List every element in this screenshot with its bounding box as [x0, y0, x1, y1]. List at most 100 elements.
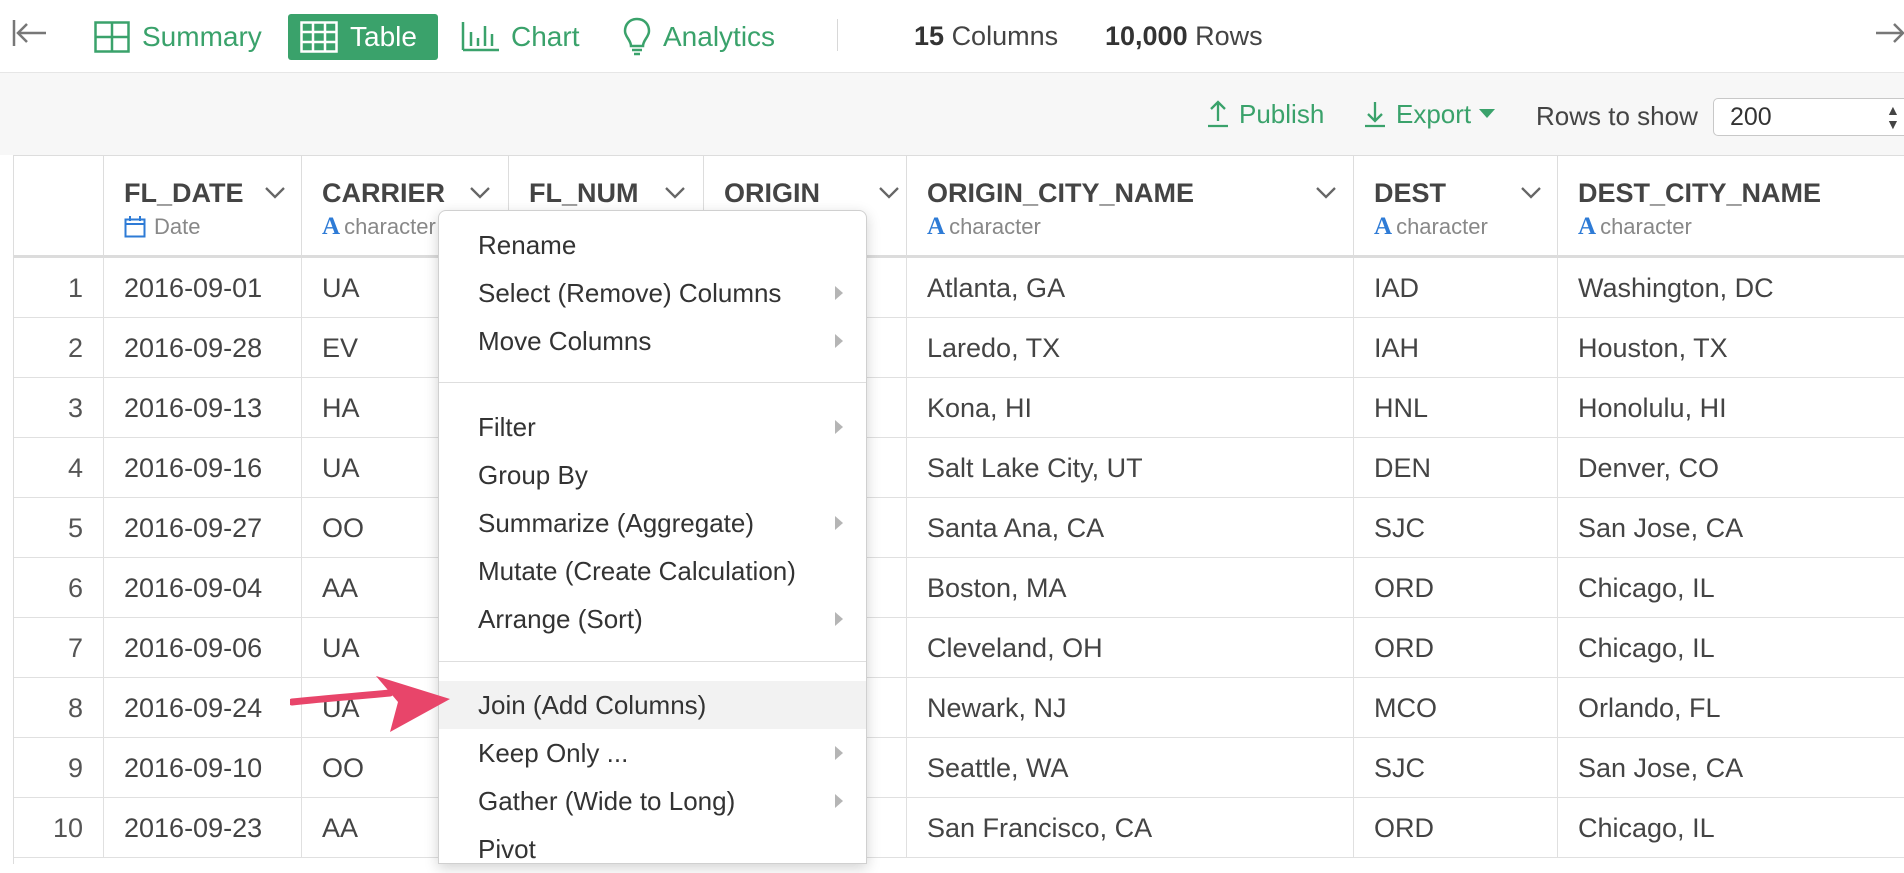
upload-icon	[1208, 100, 1228, 128]
collapse-left-icon[interactable]	[12, 18, 48, 48]
rows-to-show-select[interactable]: 200 ▲ ▼	[1713, 98, 1904, 136]
character-type-icon: A	[322, 213, 341, 240]
menu-divider	[439, 382, 866, 383]
tab-summary[interactable]: Summary	[82, 14, 274, 60]
cell-fl-date[interactable]: 2016-09-13	[104, 378, 302, 438]
table-row: 4 2016-09-16 UA Salt Lake City, UT DEN D…	[14, 438, 1904, 498]
menu-item-label: Join (Add Columns)	[478, 690, 707, 720]
rows-count: 10,000 Rows	[1105, 19, 1263, 53]
cell-dest[interactable]: IAD	[1354, 258, 1558, 318]
tab-chart[interactable]: Chart	[449, 14, 591, 60]
cell-fl-date[interactable]: 2016-09-01	[104, 258, 302, 318]
menu-item-join[interactable]: Join (Add Columns)	[439, 681, 866, 729]
collapse-right-icon[interactable]	[1874, 18, 1904, 48]
cell-origin-city-name[interactable]: Kona, HI	[907, 378, 1354, 438]
cell-dest[interactable]: ORD	[1354, 618, 1558, 678]
cell-dest[interactable]: IAH	[1354, 318, 1558, 378]
caret-down-icon	[1479, 109, 1496, 118]
cell-origin-city-name[interactable]: Atlanta, GA	[907, 258, 1354, 318]
chevron-down-icon[interactable]	[1315, 186, 1337, 200]
cell-dest-city-name[interactable]: Denver, CO	[1558, 438, 1904, 498]
cell-fl-date[interactable]: 2016-09-27	[104, 498, 302, 558]
columns-count-value: 15	[914, 21, 945, 51]
menu-item-gather[interactable]: Gather (Wide to Long)	[439, 777, 866, 825]
column-type-label: character	[344, 214, 436, 239]
chevron-down-icon[interactable]	[664, 186, 686, 200]
cell-origin-city-name[interactable]: Newark, NJ	[907, 678, 1354, 738]
cell-origin-city-name[interactable]: Salt Lake City, UT	[907, 438, 1354, 498]
tab-analytics[interactable]: Analytics	[611, 14, 787, 60]
download-icon	[1365, 102, 1385, 128]
menu-item-select-columns[interactable]: Select (Remove) Columns	[439, 269, 866, 317]
menu-item-mutate[interactable]: Mutate (Create Calculation)	[439, 547, 866, 595]
publish-button[interactable]: Publish	[1207, 99, 1324, 129]
menu-item-keep-only[interactable]: Keep Only ...	[439, 729, 866, 777]
cell-fl-date[interactable]: 2016-09-16	[104, 438, 302, 498]
row-number: 1	[14, 258, 104, 318]
chevron-down-icon[interactable]	[878, 186, 900, 200]
cell-fl-date[interactable]: 2016-09-06	[104, 618, 302, 678]
cell-fl-date[interactable]: 2016-09-24	[104, 678, 302, 738]
character-type-icon: A	[927, 213, 946, 240]
cell-dest[interactable]: SJC	[1354, 498, 1558, 558]
cell-dest[interactable]: MCO	[1354, 678, 1558, 738]
cell-fl-date[interactable]: 2016-09-28	[104, 318, 302, 378]
tab-table[interactable]: Table	[288, 14, 438, 60]
cell-origin-city-name[interactable]: San Francisco, CA	[907, 798, 1354, 858]
chart-icon	[461, 22, 499, 52]
menu-item-label: Rename	[478, 230, 577, 260]
cell-dest[interactable]: HNL	[1354, 378, 1558, 438]
column-header-fl-date[interactable]: FL_DATE Date	[104, 156, 302, 258]
menu-item-arrange[interactable]: Arrange (Sort)	[439, 595, 866, 643]
cell-dest-city-name[interactable]: San Jose, CA	[1558, 738, 1904, 798]
column-name: FL_DATE	[124, 178, 244, 208]
cell-fl-date[interactable]: 2016-09-04	[104, 558, 302, 618]
cell-dest-city-name[interactable]: Chicago, IL	[1558, 618, 1904, 678]
menu-item-label: Arrange (Sort)	[478, 604, 643, 634]
cell-dest-city-name[interactable]: Washington, DC	[1558, 258, 1904, 318]
column-type-label: character	[1396, 214, 1488, 239]
menu-item-group-by[interactable]: Group By	[439, 451, 866, 499]
submenu-arrow-icon	[835, 516, 843, 530]
cell-dest[interactable]: DEN	[1354, 438, 1558, 498]
menu-item-filter[interactable]: Filter	[439, 403, 866, 451]
summary-icon	[94, 21, 130, 53]
cell-dest-city-name[interactable]: Honolulu, HI	[1558, 378, 1904, 438]
menu-item-rename[interactable]: Rename	[439, 221, 866, 269]
table-row: 6 2016-09-04 AA Boston, MA ORD Chicago, …	[14, 558, 1904, 618]
menu-item-label: Keep Only ...	[478, 738, 629, 768]
cell-fl-date[interactable]: 2016-09-23	[104, 798, 302, 858]
column-header-origin-city-name[interactable]: ORIGIN_CITY_NAME A character	[907, 156, 1354, 258]
cell-dest-city-name[interactable]: Chicago, IL	[1558, 798, 1904, 858]
cell-origin-city-name[interactable]: Cleveland, OH	[907, 618, 1354, 678]
cell-origin-city-name[interactable]: Seattle, WA	[907, 738, 1354, 798]
cell-origin-city-name[interactable]: Boston, MA	[907, 558, 1354, 618]
menu-item-move-columns[interactable]: Move Columns	[439, 317, 866, 365]
cell-dest-city-name[interactable]: San Jose, CA	[1558, 498, 1904, 558]
cell-origin-city-name[interactable]: Santa Ana, CA	[907, 498, 1354, 558]
cell-fl-date[interactable]: 2016-09-10	[104, 738, 302, 798]
cell-dest[interactable]: SJC	[1354, 738, 1558, 798]
column-header-dest[interactable]: DEST A character	[1354, 156, 1558, 258]
top-toolbar: Summary Table Chart Analytics 15 Columns…	[0, 0, 1904, 73]
cell-dest[interactable]: ORD	[1354, 558, 1558, 618]
chevron-down-icon[interactable]	[264, 186, 286, 200]
column-name: DEST_CITY_NAME	[1578, 178, 1822, 208]
row-number: 7	[14, 618, 104, 678]
column-type: Date	[124, 214, 200, 240]
cell-dest-city-name[interactable]: Houston, TX	[1558, 318, 1904, 378]
character-type-icon: A	[1374, 213, 1393, 240]
cell-dest[interactable]: ORD	[1354, 798, 1558, 858]
column-header-dest-city-name[interactable]: DEST_CITY_NAME A character	[1558, 156, 1904, 258]
menu-item-label: Move Columns	[478, 326, 652, 356]
chevron-down-icon[interactable]	[1520, 186, 1542, 200]
export-button[interactable]: Export	[1364, 99, 1505, 129]
menu-item-label: Gather (Wide to Long)	[478, 786, 736, 816]
menu-item-pivot[interactable]: Pivot	[439, 825, 866, 873]
row-number: 4	[14, 438, 104, 498]
cell-origin-city-name[interactable]: Laredo, TX	[907, 318, 1354, 378]
cell-dest-city-name[interactable]: Orlando, FL	[1558, 678, 1904, 738]
cell-dest-city-name[interactable]: Chicago, IL	[1558, 558, 1904, 618]
menu-item-summarize[interactable]: Summarize (Aggregate)	[439, 499, 866, 547]
chevron-down-icon[interactable]	[469, 186, 491, 200]
